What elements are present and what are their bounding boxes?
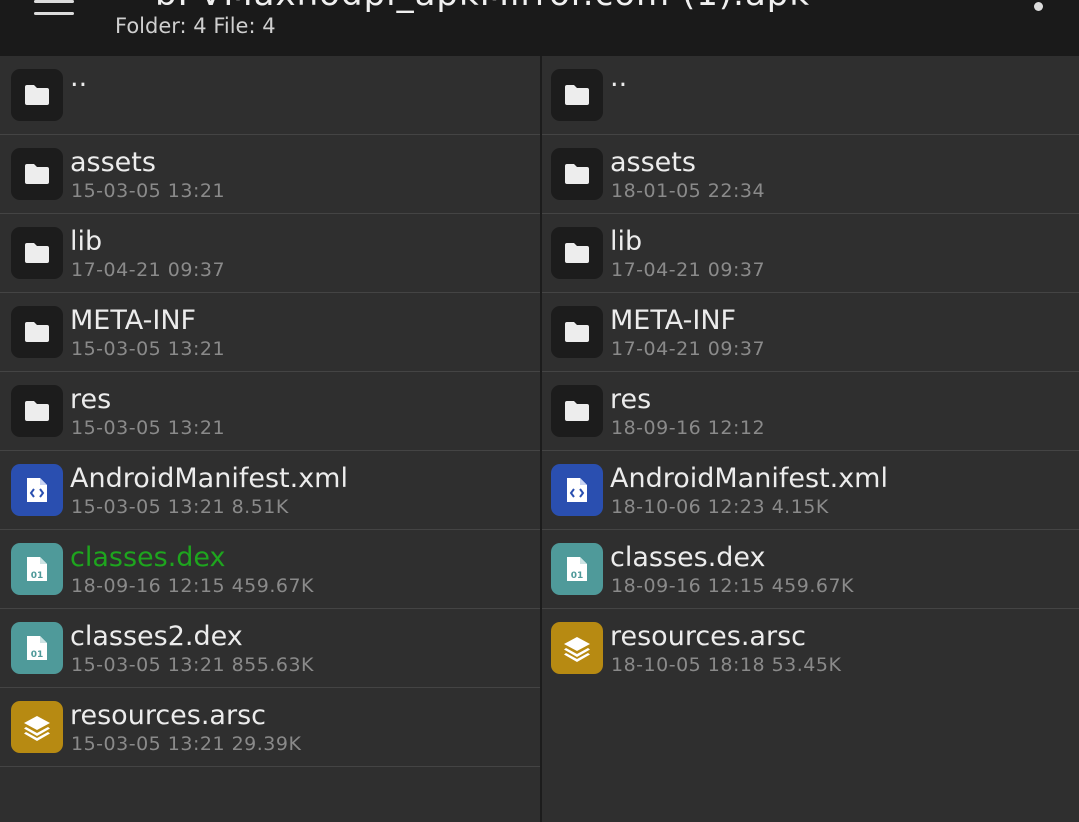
file-meta: 18-09-16 12:12	[611, 417, 766, 439]
list-item[interactable]: lib 17-04-21 09:37	[0, 214, 540, 293]
file-meta: 18-10-06 12:23 4.15K	[611, 496, 829, 518]
file-name: assets	[610, 147, 696, 178]
list-item[interactable]: assets 15-03-05 13:21	[0, 135, 540, 214]
file-meta: 15-03-05 13:21 8.51K	[71, 496, 289, 518]
folder-icon	[551, 148, 603, 200]
list-item[interactable]: resources.arsc 18-10-05 18:18 53.45K	[542, 609, 1079, 687]
folder-icon	[11, 148, 63, 200]
file-name: classes.dex	[70, 542, 226, 573]
file-name: assets	[70, 147, 156, 178]
list-item[interactable]: 01 classes.dex 18-09-16 12:15 459.67K	[542, 530, 1079, 609]
file-meta: 18-01-05 22:34	[611, 180, 766, 202]
file-meta: 17-04-21 09:37	[71, 259, 226, 281]
file-meta: 17-04-21 09:37	[611, 259, 766, 281]
folder-icon	[551, 306, 603, 358]
list-item[interactable]: 01 classes2.dex 15-03-05 13:21 855.63K	[0, 609, 540, 688]
file-name: lib	[610, 226, 643, 257]
binary-file-icon: 01	[551, 543, 603, 595]
binary-file-icon: 01	[11, 622, 63, 674]
list-item-parent[interactable]: ..	[542, 56, 1079, 135]
folder-icon	[551, 385, 603, 437]
file-name: res	[70, 384, 112, 415]
list-item[interactable]: META-INF 15-03-05 13:21	[0, 293, 540, 372]
hamburger-menu-icon[interactable]	[34, 0, 76, 20]
file-name: classes.dex	[610, 542, 766, 573]
file-name: AndroidManifest.xml	[610, 463, 888, 494]
file-meta: 18-10-05 18:18 53.45K	[611, 654, 842, 676]
file-meta: 15-03-05 13:21	[71, 338, 226, 360]
file-name: lib	[70, 226, 103, 257]
folder-icon	[11, 385, 63, 437]
file-meta: 15-03-05 13:21 29.39K	[71, 733, 302, 755]
app-toolbar: bPVMaxhodpi_apkMirror.com (1).apk Folder…	[0, 0, 1079, 56]
list-item[interactable]: 01 classes.dex 18-09-16 12:15 459.67K	[0, 530, 540, 609]
folder-icon	[11, 306, 63, 358]
file-name: ..	[610, 62, 628, 93]
xml-file-icon	[551, 464, 603, 516]
right-file-pane: .. assets 18-01-05 22:34 lib 17-04-21 09…	[542, 56, 1079, 822]
file-name: resources.arsc	[610, 621, 806, 652]
list-item[interactable]: resources.arsc 15-03-05 13:21 29.39K	[0, 688, 540, 767]
file-name: META-INF	[70, 305, 197, 336]
file-meta: 15-03-05 13:21	[71, 180, 226, 202]
file-name: ..	[70, 62, 88, 93]
list-item[interactable]: assets 18-01-05 22:34	[542, 135, 1079, 214]
list-item[interactable]: META-INF 17-04-21 09:37	[542, 293, 1079, 372]
list-item[interactable]: AndroidManifest.xml 18-10-06 12:23 4.15K	[542, 451, 1079, 530]
file-meta: 15-03-05 13:21 855.63K	[71, 654, 315, 676]
svg-text:01: 01	[571, 571, 584, 581]
list-item[interactable]: AndroidManifest.xml 15-03-05 13:21 8.51K	[0, 451, 540, 530]
layers-icon	[11, 701, 63, 753]
folder-icon	[11, 227, 63, 279]
file-meta: 15-03-05 13:21	[71, 417, 226, 439]
file-name: classes2.dex	[70, 621, 243, 652]
binary-file-icon: 01	[11, 543, 63, 595]
folder-file-count: Folder: 4 File: 4	[115, 14, 276, 38]
layers-icon	[551, 622, 603, 674]
left-file-pane: .. assets 15-03-05 13:21 lib 17-04-21 09…	[0, 56, 540, 822]
list-item[interactable]: res 15-03-05 13:21	[0, 372, 540, 451]
list-item[interactable]: res 18-09-16 12:12	[542, 372, 1079, 451]
list-item-parent[interactable]: ..	[0, 56, 540, 135]
file-name: res	[610, 384, 652, 415]
folder-icon	[551, 227, 603, 279]
archive-title: bPVMaxhodpi_apkMirror.com (1).apk	[155, 0, 810, 14]
file-meta: 18-09-16 12:15 459.67K	[71, 575, 315, 597]
file-name: META-INF	[610, 305, 737, 336]
xml-file-icon	[11, 464, 63, 516]
file-meta: 17-04-21 09:37	[611, 338, 766, 360]
svg-text:01: 01	[31, 571, 44, 581]
file-meta: 18-09-16 12:15 459.67K	[611, 575, 855, 597]
svg-text:01: 01	[31, 650, 44, 660]
list-item[interactable]: lib 17-04-21 09:37	[542, 214, 1079, 293]
folder-icon	[551, 69, 603, 121]
more-vert-icon[interactable]	[1033, 0, 1045, 20]
file-name: AndroidManifest.xml	[70, 463, 348, 494]
file-name: resources.arsc	[70, 700, 266, 731]
folder-icon	[11, 69, 63, 121]
